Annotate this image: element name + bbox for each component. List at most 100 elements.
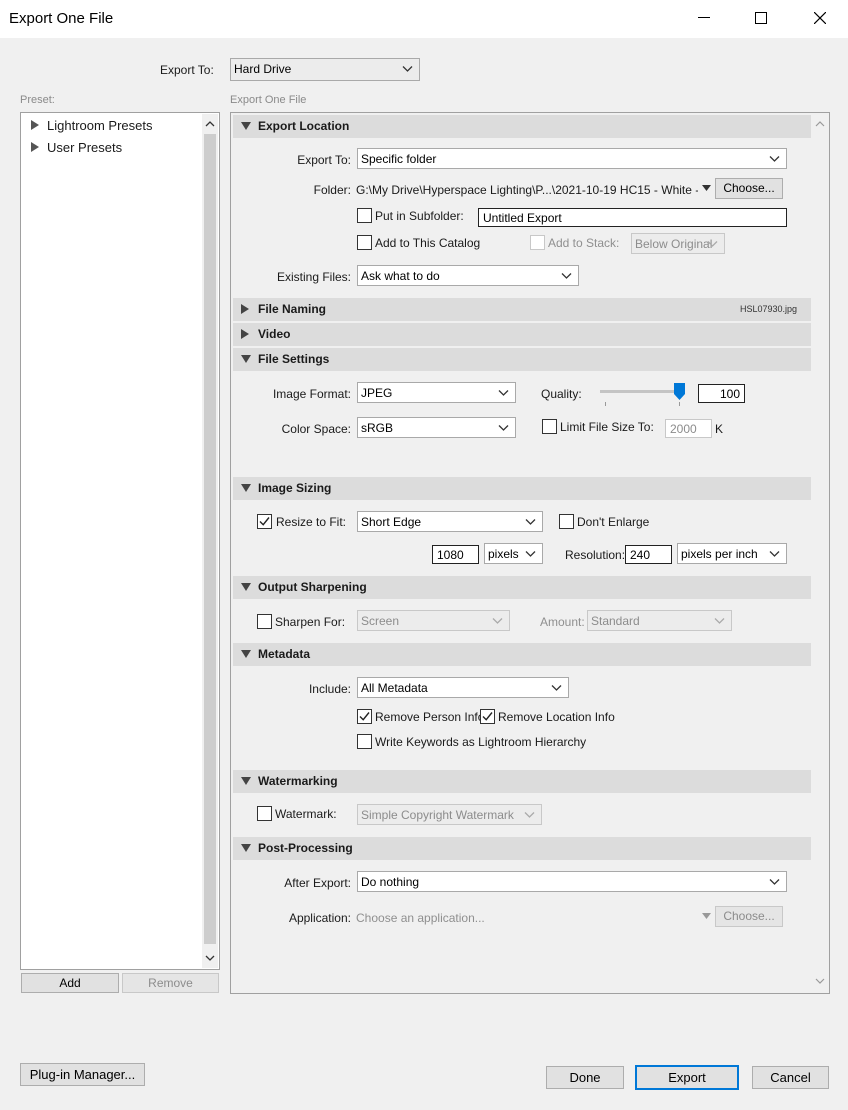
limit-size-checkbox[interactable] (542, 419, 557, 434)
collapse-triangle-icon (241, 484, 251, 492)
collapse-triangle-icon (241, 355, 251, 363)
export-to-location-label: Export To: (297, 153, 351, 167)
chevron-down-icon (714, 618, 725, 624)
scroll-thumb[interactable] (204, 134, 216, 944)
after-export-dropdown[interactable]: Do nothing (357, 871, 787, 892)
preset-item-label: Lightroom Presets (47, 118, 153, 133)
add-stack-label: Add to Stack: (548, 236, 620, 250)
collapse-triangle-icon (241, 583, 251, 591)
application-placeholder[interactable]: Choose an application... (356, 911, 485, 925)
remove-preset-button[interactable]: Remove (122, 973, 219, 993)
section-image-sizing[interactable]: Image Sizing (233, 477, 811, 500)
section-post-processing[interactable]: Post-Processing (233, 837, 811, 860)
add-catalog-label: Add to This Catalog (375, 236, 481, 250)
quality-slider-thumb[interactable] (674, 383, 685, 400)
size-unit-value: pixels (488, 547, 519, 561)
section-file-naming[interactable]: File Naming HSL07930.jpg (233, 298, 811, 321)
section-video[interactable]: Video (233, 323, 811, 346)
resize-to-fit-checkbox[interactable] (257, 514, 272, 529)
preset-scrollbar[interactable] (202, 114, 218, 968)
maximize-button[interactable] (738, 0, 784, 36)
chevron-down-icon (498, 425, 509, 431)
chevron-down-icon (525, 519, 536, 525)
sharpen-checkbox[interactable] (257, 614, 272, 629)
include-value: All Metadata (361, 681, 428, 695)
subfolder-checkbox[interactable] (357, 208, 372, 223)
folder-history-icon[interactable] (702, 185, 711, 191)
resize-mode-dropdown[interactable]: Short Edge (357, 511, 543, 532)
plugin-manager-button[interactable]: Plug-in Manager... (20, 1063, 145, 1086)
window-title: Export One File (9, 10, 114, 27)
add-catalog-checkbox[interactable] (357, 235, 372, 250)
limit-size-input[interactable]: 2000 (665, 419, 712, 438)
preset-label: Preset: (20, 94, 55, 106)
quality-input[interactable]: 100 (698, 384, 745, 403)
close-button[interactable] (797, 0, 843, 36)
sharpen-for-dropdown[interactable]: Screen (357, 610, 510, 631)
watermark-label: Watermark: (275, 807, 337, 821)
remove-person-checkbox[interactable] (357, 709, 372, 724)
title-bar: Export One File (0, 0, 848, 38)
section-file-settings[interactable]: File Settings (233, 348, 811, 371)
resolution-unit-value: pixels per inch (681, 547, 758, 561)
add-preset-button[interactable]: Add (21, 973, 119, 993)
slider-tick (679, 402, 680, 406)
minimize-button[interactable] (681, 0, 727, 36)
export-to-dropdown[interactable]: Hard Drive (230, 58, 420, 81)
subfolder-input[interactable]: Untitled Export (478, 208, 787, 227)
watermark-dropdown[interactable]: Simple Copyright Watermark (357, 804, 542, 825)
preset-item-label: User Presets (47, 140, 123, 155)
resolution-unit-dropdown[interactable]: pixels per inch (677, 543, 787, 564)
dont-enlarge-checkbox[interactable] (559, 514, 574, 529)
color-space-dropdown[interactable]: sRGB (357, 417, 516, 438)
export-location-dropdown[interactable]: Specific folder (357, 148, 787, 169)
section-metadata[interactable]: Metadata (233, 643, 811, 666)
section-watermarking[interactable]: Watermarking (233, 770, 811, 793)
size-input[interactable]: 1080 (432, 545, 479, 564)
minimize-icon (698, 17, 710, 18)
include-dropdown[interactable]: All Metadata (357, 677, 569, 698)
section-output-sharpening[interactable]: Output Sharpening (233, 576, 811, 599)
chevron-down-icon (769, 156, 780, 162)
choose-folder-button[interactable]: Choose... (715, 178, 783, 199)
section-title: Post-Processing (258, 841, 353, 855)
watermark-value: Simple Copyright Watermark (361, 808, 514, 822)
sharpen-for-value: Screen (361, 614, 400, 628)
after-export-value: Do nothing (361, 875, 420, 889)
image-format-dropdown[interactable]: JPEG (357, 382, 516, 403)
write-keywords-checkbox[interactable] (357, 734, 372, 749)
settings-scrollbar[interactable] (812, 114, 828, 992)
include-label: Include: (308, 682, 351, 696)
color-space-value: sRGB (361, 421, 394, 435)
preset-list (20, 112, 220, 970)
quality-slider-track[interactable] (600, 390, 682, 393)
expand-triangle-icon (241, 304, 249, 314)
export-button[interactable]: Export (635, 1065, 739, 1090)
expand-triangle-icon (31, 120, 39, 130)
cancel-button[interactable]: Cancel (752, 1066, 829, 1089)
section-title: Watermarking (258, 774, 338, 788)
stack-position-dropdown[interactable]: Below Original (631, 233, 725, 254)
slider-tick (605, 402, 606, 406)
choose-application-button[interactable]: Choose... (715, 906, 783, 927)
application-label: Application: (288, 911, 351, 925)
resize-to-fit-label: Resize to Fit: (276, 515, 347, 529)
remove-location-checkbox[interactable] (480, 709, 495, 724)
collapse-triangle-icon (241, 844, 251, 852)
section-title: Image Sizing (258, 481, 332, 495)
scroll-up-icon (205, 121, 215, 127)
existing-files-dropdown[interactable]: Ask what to do (357, 265, 579, 286)
section-title: Output Sharpening (258, 580, 367, 594)
size-unit-dropdown[interactable]: pixels (484, 543, 543, 564)
done-button[interactable]: Done (546, 1066, 624, 1089)
add-stack-checkbox[interactable] (530, 235, 545, 250)
scroll-up-icon (815, 121, 825, 127)
limit-size-unit: K (715, 422, 724, 436)
resolution-input[interactable]: 240 (625, 545, 672, 564)
section-export-location[interactable]: Export Location (233, 115, 811, 138)
sharpen-for-label: Sharpen For: (275, 615, 346, 629)
amount-dropdown[interactable]: Standard (587, 610, 732, 631)
application-history-icon[interactable] (702, 913, 711, 919)
export-location-value: Specific folder (361, 152, 437, 166)
watermark-checkbox[interactable] (257, 806, 272, 821)
